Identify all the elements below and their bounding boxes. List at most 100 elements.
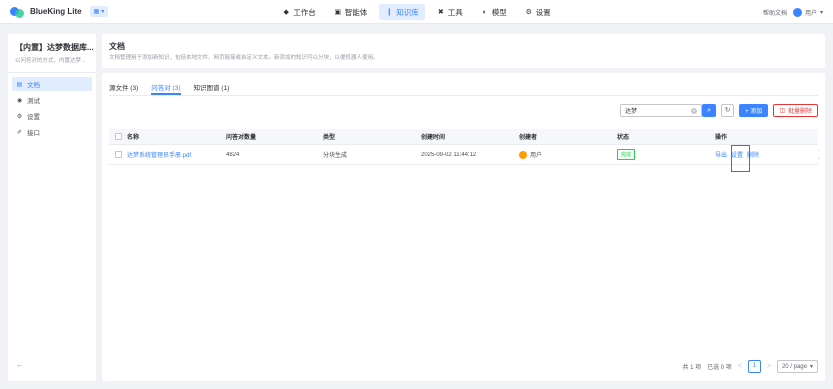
tools-icon: ✖ bbox=[437, 9, 444, 16]
nav-settings[interactable]: ⚙ 设置 bbox=[519, 4, 557, 20]
tab-qa-pairs[interactable]: 问答对 (3) bbox=[151, 82, 181, 95]
file-name-link[interactable]: 达梦系统管理员手册.pdf bbox=[123, 150, 222, 159]
add-button[interactable]: + 添加 bbox=[739, 104, 769, 117]
col-count: 问答对数量 bbox=[226, 135, 257, 141]
divider bbox=[8, 72, 96, 73]
nav-workbench[interactable]: ◆ 工作台 bbox=[276, 4, 322, 20]
tabs-divider bbox=[109, 95, 818, 96]
user-name: 用户 bbox=[804, 10, 817, 17]
table-header: 名称 问答对数量 类型 创建时间 创建者 状态 操作 bbox=[109, 129, 818, 145]
nav-label: 设置 bbox=[535, 7, 551, 17]
page-1-button[interactable]: 1 bbox=[747, 360, 761, 373]
knowledge-icon: ❙ bbox=[386, 9, 393, 16]
qa-count: 4824 bbox=[226, 151, 240, 158]
tabs: 源文件 (3) 问答对 (3) 知识图谱 (1) bbox=[109, 82, 230, 95]
nav-label: 智能体 bbox=[344, 7, 368, 17]
page-header: 文档 文档管理用于添加新知识，包括本地文件、网页链接或自定义文本。新添加的知识可… bbox=[102, 34, 825, 68]
sidebar: 【内置】达梦数据库... 以问答对的方式，内置达梦... ▤ 文档 ◉ 测试 ⚙ 设置… bbox=[8, 34, 96, 381]
creator-avatar bbox=[519, 150, 527, 159]
tab-knowledge-graph[interactable]: 知识图谱 (1) bbox=[194, 82, 230, 94]
select-all-checkbox[interactable] bbox=[109, 133, 123, 140]
nav-label: 知识库 bbox=[396, 7, 419, 17]
top-nav: BlueKing Lite ▦ ▾ ◆ 工作台 ▣ 智能体 ❙ 知识库 ✖ 工具 ◐ 模型… bbox=[0, 0, 833, 24]
checkbox[interactable] bbox=[114, 133, 122, 140]
row-actions: 导出 设置 删除 bbox=[711, 150, 816, 159]
batch-delete-button[interactable]: ◫ 批量删除 bbox=[773, 104, 818, 117]
scroll-indicator[interactable]: ⌃ ⌄ bbox=[817, 149, 821, 161]
creator-name: 用户 bbox=[530, 153, 543, 159]
brand[interactable]: BlueKing Lite ▦ ▾ bbox=[10, 5, 109, 19]
help-doc-link[interactable]: 帮助文档 bbox=[763, 8, 787, 17]
sidebar-item-settings[interactable]: ⚙ 设置 bbox=[12, 109, 92, 123]
page-description: 文档管理用于添加新知识，包括本地文件、网页链接或自定义文本。新添加的知识可以分块… bbox=[109, 55, 379, 61]
created-time: 2025-09-02 11:44:12 bbox=[421, 151, 477, 158]
grid-icon: ▦ bbox=[93, 9, 100, 15]
qa-table: 名称 问答对数量 类型 创建时间 创建者 状态 操作 达梦系统管理员手册.pdf… bbox=[109, 129, 818, 165]
search-input[interactable]: 达梦 ✕ bbox=[620, 104, 703, 117]
col-status: 状态 bbox=[617, 135, 630, 141]
model-icon: ◐ bbox=[482, 8, 487, 16]
refresh-button[interactable]: ↻ bbox=[721, 104, 735, 117]
batch-delete-label: 批量删除 bbox=[787, 109, 812, 115]
clear-icon[interactable]: ✕ bbox=[691, 107, 698, 114]
page-size-select[interactable]: 20 / page ▾ bbox=[776, 360, 818, 373]
chevron-down-icon: ▾ bbox=[809, 364, 813, 370]
nav-label: 工作台 bbox=[293, 7, 316, 17]
status-badge: 完成 bbox=[617, 149, 636, 160]
row-checkbox[interactable] bbox=[109, 151, 123, 158]
document-icon: ▤ bbox=[16, 81, 23, 88]
nav-right: 帮助文档 用户 ▾ bbox=[763, 0, 823, 24]
nav-agents[interactable]: ▣ 智能体 bbox=[328, 4, 374, 20]
sidebar-item-label: 设置 bbox=[27, 114, 40, 121]
page-size-value: 20 / page bbox=[781, 363, 807, 370]
sidebar-item-label: 测试 bbox=[27, 98, 40, 105]
export-link[interactable]: 导出 bbox=[715, 150, 727, 159]
agent-icon: ▣ bbox=[334, 9, 342, 16]
col-actions: 操作 bbox=[715, 135, 728, 141]
collapse-arrow-icon[interactable]: ← bbox=[16, 360, 24, 369]
status-cell: 完成 bbox=[613, 149, 711, 160]
blueking-logo-icon bbox=[10, 5, 24, 19]
trash-icon: ◫ bbox=[779, 108, 785, 114]
workbench-icon: ◆ bbox=[283, 9, 289, 16]
checkbox[interactable] bbox=[114, 151, 122, 158]
chevron-down-icon: ▾ bbox=[101, 9, 105, 15]
col-creator: 创建者 bbox=[519, 135, 538, 141]
nav-models[interactable]: ◐ 模型 bbox=[475, 4, 513, 20]
toolbar: 达梦 ✕ ⌕ ↻ + 添加 ◫ 批量删除 bbox=[620, 104, 818, 117]
user-menu[interactable]: 用户 ▾ bbox=[792, 7, 823, 17]
brand-name: BlueKing Lite bbox=[30, 7, 82, 16]
col-name: 名称 bbox=[127, 135, 140, 141]
table-row: 达梦系统管理员手册.pdf 4824 分块生成 2025-09-02 11:44… bbox=[109, 145, 818, 165]
col-type: 类型 bbox=[323, 135, 336, 141]
creator: 用户 bbox=[515, 150, 613, 159]
main-content: 源文件 (3) 问答对 (3) 知识图谱 (1) 达梦 ✕ ⌕ ↻ + 添加 ◫… bbox=[102, 73, 825, 381]
kb-title: 【内置】达梦数据库... bbox=[15, 43, 94, 52]
nav-tools[interactable]: ✖ 工具 bbox=[431, 4, 469, 20]
page-title: 文档 bbox=[109, 42, 125, 51]
chevron-down-icon: ▾ bbox=[819, 9, 823, 16]
main-nav: ◆ 工作台 ▣ 智能体 ❙ 知识库 ✖ 工具 ◐ 模型 ⚙ 设置 bbox=[0, 0, 833, 24]
sidebar-item-documents[interactable]: ▤ 文档 bbox=[12, 77, 92, 91]
user-avatar bbox=[792, 7, 802, 17]
tab-source-files[interactable]: 源文件 (3) bbox=[109, 82, 138, 94]
col-created-at: 创建时间 bbox=[421, 135, 446, 141]
nav-label: 模型 bbox=[491, 7, 507, 17]
prev-page-button[interactable]: < bbox=[738, 363, 742, 370]
nav-knowledge-base[interactable]: ❙ 知识库 bbox=[379, 4, 425, 20]
sidebar-item-test[interactable]: ◉ 测试 bbox=[12, 93, 92, 107]
highlight-box bbox=[731, 145, 750, 172]
api-icon: ✐ bbox=[16, 129, 23, 136]
pagination: 共 1 项 已选 0 项 < 1 > 20 / page ▾ bbox=[682, 360, 818, 373]
search-value: 达梦 bbox=[625, 109, 638, 115]
gear-icon: ⚙ bbox=[525, 9, 532, 16]
test-icon: ◉ bbox=[16, 97, 23, 104]
sidebar-item-api[interactable]: ✐ 接口 bbox=[12, 125, 92, 139]
env-switcher[interactable]: ▦ ▾ bbox=[89, 6, 109, 17]
next-page-button[interactable]: > bbox=[767, 363, 771, 370]
sidebar-item-label: 文档 bbox=[27, 82, 40, 89]
kb-description: 以问答对的方式，内置达梦... bbox=[15, 58, 86, 64]
nav-label: 工具 bbox=[447, 7, 463, 17]
sidebar-item-label: 接口 bbox=[27, 130, 40, 137]
search-button[interactable]: ⌕ bbox=[702, 104, 717, 117]
